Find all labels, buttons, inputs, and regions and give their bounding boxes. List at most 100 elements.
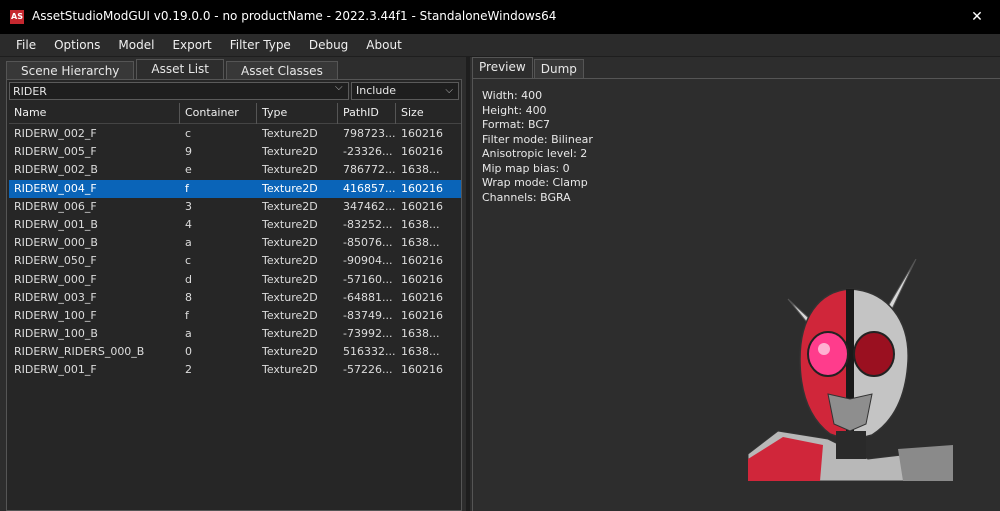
cell-size: 160216 xyxy=(401,363,443,377)
menu-model[interactable]: Model xyxy=(109,34,163,56)
info-width: Width: 400 xyxy=(482,89,543,102)
cell-type: Texture2D xyxy=(262,163,318,177)
col-header-size[interactable]: Size xyxy=(396,103,456,124)
menu-filter-type[interactable]: Filter Type xyxy=(221,34,300,56)
cell-type: Texture2D xyxy=(262,363,318,377)
cell-container: 9 xyxy=(185,145,192,159)
tab-asset-list[interactable]: Asset List xyxy=(136,59,224,80)
close-icon[interactable]: ✕ xyxy=(954,0,1000,34)
right-eye xyxy=(853,331,895,377)
col-header-container[interactable]: Container xyxy=(180,103,257,124)
left-tab-strip: Scene Hierarchy Asset List Asset Classes xyxy=(6,59,340,80)
table-row[interactable]: RIDERW_002_F c Texture2D 798723... 160216 xyxy=(9,125,461,143)
asset-rows: RIDERW_002_F c Texture2D 798723... 160216 RID… xyxy=(9,125,461,380)
left-shoulder-red xyxy=(748,437,823,481)
table-row[interactable]: RIDERW_006_F 3 Texture2D 347462... 160216 xyxy=(9,198,461,216)
cell-name: RIDERW_002_F xyxy=(14,127,97,140)
cell-pathid: 416857... xyxy=(343,181,395,195)
cell-name: RIDERW_001_F xyxy=(14,363,97,377)
col-header-name[interactable]: Name xyxy=(9,103,180,124)
cell-name: RIDERW_006_F xyxy=(14,199,97,213)
table-row[interactable]: RIDERW_005_F 9 Texture2D -23326... 160216 xyxy=(9,143,461,161)
eye-highlight xyxy=(818,343,830,355)
neck xyxy=(836,431,866,459)
cell-pathid: 516332... xyxy=(343,345,395,359)
cell-type: Texture2D xyxy=(262,272,318,286)
tab-dump[interactable]: Dump xyxy=(533,59,584,79)
left-panel: Scene Hierarchy Asset List Asset Classes… xyxy=(0,57,466,511)
cell-name: RIDERW_000_F xyxy=(14,272,97,286)
cell-name: RIDERW_050_F xyxy=(14,254,97,268)
col-header-pathid[interactable]: PathID xyxy=(338,103,396,124)
cell-container: 0 xyxy=(185,345,192,359)
table-row[interactable]: RIDERW_001_F 2 Texture2D -57226... 160216 xyxy=(9,361,461,379)
menu-file[interactable]: File xyxy=(7,34,45,56)
cell-pathid: -83749... xyxy=(343,308,393,322)
info-format: Format: BC7 xyxy=(482,118,550,131)
cell-name: RIDERW_005_F xyxy=(14,145,97,159)
table-row[interactable]: RIDERW_050_F c Texture2D -90904... 160216 xyxy=(9,252,461,270)
cell-type: Texture2D xyxy=(262,199,318,213)
table-row[interactable]: RIDERW_RIDERS_000_B 0 Texture2D 516332... 16… xyxy=(9,343,461,361)
table-row[interactable]: RIDERW_100_F f Texture2D -83749... 160216 xyxy=(9,307,461,325)
cell-size: 160216 xyxy=(401,290,443,304)
cell-container: f xyxy=(185,181,189,195)
cell-size: 1638... xyxy=(401,236,440,250)
cell-pathid: -73992... xyxy=(343,327,393,341)
cell-pathid: -90904... xyxy=(343,254,393,268)
cell-container: 4 xyxy=(185,217,192,231)
cell-name: RIDERW_003_F xyxy=(14,290,97,304)
info-channels: Channels: BGRA xyxy=(482,190,571,204)
cell-type: Texture2D xyxy=(262,181,318,195)
table-row[interactable]: RIDERW_100_B a Texture2D -73992... 1638... xyxy=(9,325,461,343)
cell-type: Texture2D xyxy=(262,254,318,268)
cell-size: 1638... xyxy=(401,217,440,231)
info-filter-mode: Filter mode: Bilinear xyxy=(482,132,593,146)
texture-preview-image xyxy=(748,259,953,481)
title-bar: AS AssetStudioModGUI v0.19.0.0 - no prod… xyxy=(0,0,1000,34)
cell-container: 8 xyxy=(185,290,192,304)
cell-size: 160216 xyxy=(401,254,443,268)
table-row[interactable]: RIDERW_004_F f Texture2D 416857... 160216 xyxy=(9,179,461,198)
cell-container: a xyxy=(185,236,192,250)
menu-bar: File Options Model Export Filter Type De… xyxy=(0,34,1000,56)
cell-size: 160216 xyxy=(401,272,443,286)
menu-options[interactable]: Options xyxy=(45,34,109,56)
table-row[interactable]: RIDERW_003_F 8 Texture2D -64881... 160216 xyxy=(9,289,461,307)
chevron-down-icon[interactable]: ⌵ xyxy=(335,82,343,93)
table-row[interactable]: RIDERW_000_B a Texture2D -85076... 1638... xyxy=(9,234,461,252)
table-row[interactable]: RIDERW_001_B 4 Texture2D -83252... 1638... xyxy=(9,216,461,234)
cell-size: 160216 xyxy=(401,127,443,140)
cell-name: RIDERW_002_B xyxy=(14,163,98,177)
include-select-value: Include xyxy=(356,84,397,97)
menu-export[interactable]: Export xyxy=(163,34,220,56)
cell-pathid: -57226... xyxy=(343,363,393,377)
cell-container: 2 xyxy=(185,363,192,377)
right-shoulder-armor xyxy=(898,445,953,481)
chevron-down-icon: ⌵ xyxy=(445,85,453,96)
cell-pathid: -83252... xyxy=(343,217,393,231)
info-mipmap-bias: Mip map bias: 0 xyxy=(482,161,570,175)
tab-asset-classes[interactable]: Asset Classes xyxy=(226,61,338,80)
col-header-type[interactable]: Type xyxy=(257,103,338,124)
include-select[interactable]: Include ⌵ xyxy=(351,82,459,100)
cell-container: 3 xyxy=(185,199,192,213)
table-row[interactable]: RIDERW_002_B e Texture2D 786772... 1638... xyxy=(9,161,461,179)
menu-about[interactable]: About xyxy=(357,34,410,56)
table-row[interactable]: RIDERW_000_F d Texture2D -57160... 160216 xyxy=(9,271,461,289)
cell-name: RIDERW_100_F xyxy=(14,308,97,322)
cell-size: 160216 xyxy=(401,181,443,195)
menu-debug[interactable]: Debug xyxy=(300,34,357,56)
cell-name: RIDERW_000_B xyxy=(14,236,98,250)
filter-input[interactable] xyxy=(9,82,349,100)
cell-type: Texture2D xyxy=(262,217,318,231)
left-eye xyxy=(807,331,849,377)
info-wrap-mode: Wrap mode: Clamp xyxy=(482,176,588,189)
cell-name: RIDERW_RIDERS_000_B xyxy=(14,345,145,359)
tab-scene-hierarchy[interactable]: Scene Hierarchy xyxy=(6,61,135,80)
cell-container: f xyxy=(185,308,189,322)
tab-preview[interactable]: Preview xyxy=(472,57,533,79)
cell-pathid: -57160... xyxy=(343,272,393,286)
cell-pathid: -23326... xyxy=(343,145,393,159)
cell-type: Texture2D xyxy=(262,345,318,359)
